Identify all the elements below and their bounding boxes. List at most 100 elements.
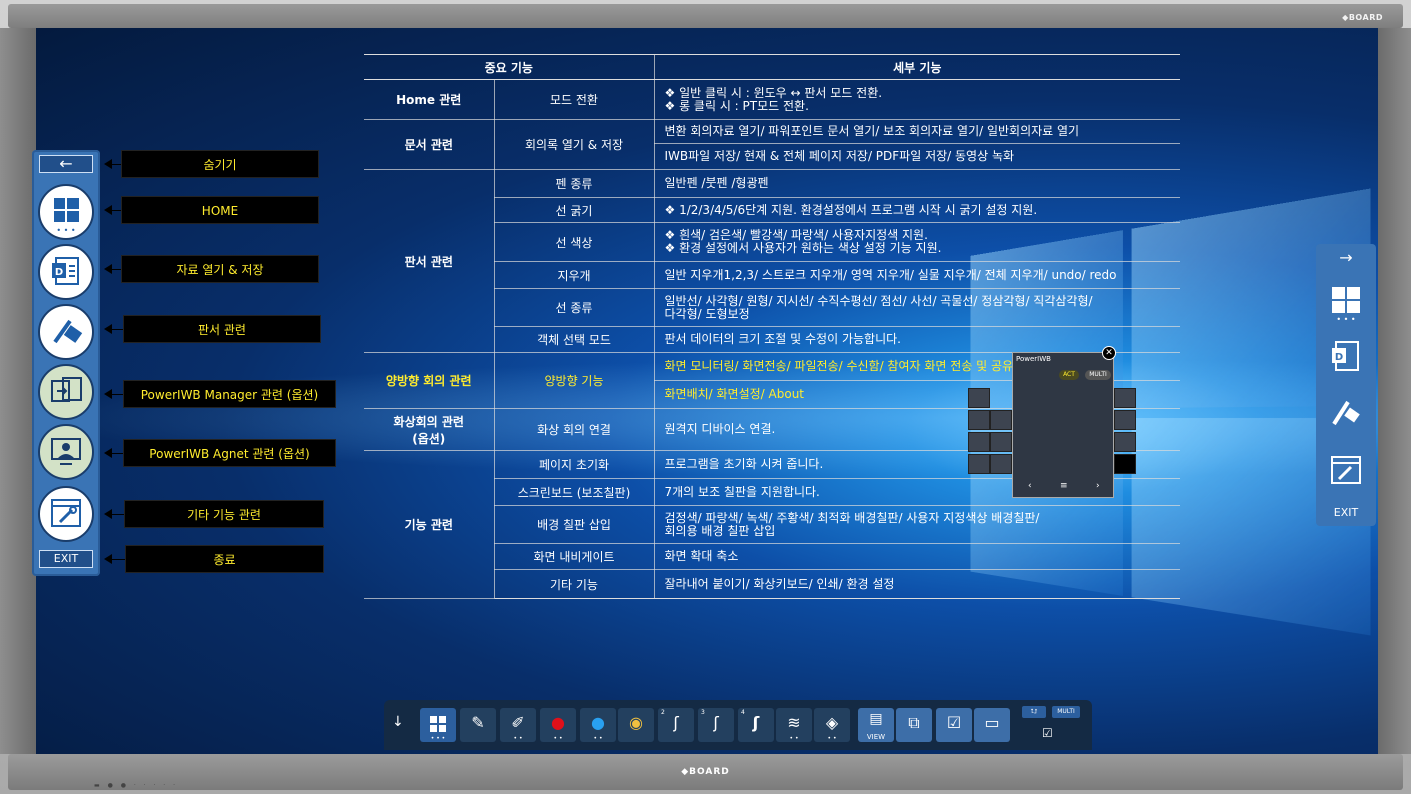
category-cell: 화상회의 관련 (옵션)	[364, 408, 495, 451]
header-main: 중요 기능	[364, 54, 655, 80]
sub-cell: 화면 내비게이트	[494, 543, 655, 570]
home-button[interactable]: • • •	[38, 184, 94, 240]
pen-tools-button[interactable]	[38, 304, 94, 360]
screen-check-tool[interactable]: ☑	[936, 708, 972, 742]
thickness-2-tool[interactable]: 2ʃ	[658, 708, 694, 742]
view-tool[interactable]: VIEW ▤	[858, 708, 894, 742]
show-arrow-icon[interactable]: →	[1316, 248, 1376, 267]
hide-arrow-icon[interactable]: ←	[39, 155, 93, 173]
mini-menu-icon[interactable]: ≡	[1060, 481, 1068, 491]
more-dots-icon: • •	[827, 735, 837, 742]
table-row: Home 관련 모드 전환 ❖ 일반 클릭 시 : 윈도우 ↔ 판서 모드 전환…	[364, 79, 1180, 120]
detail-cell: 잘라내어 붙이기/ 화상키보드/ 인쇄/ 환경 설정	[654, 569, 1180, 599]
mini-tool-cell[interactable]	[1114, 388, 1136, 408]
label-pen: 판서 관련	[123, 315, 321, 343]
mini-tool-cell[interactable]	[968, 432, 990, 452]
brand-logo-bottom: ◆BOARD	[681, 767, 730, 777]
pen-eraser-icon[interactable]	[1330, 396, 1362, 428]
shape-tool[interactable]: ◈ • •	[814, 708, 850, 742]
color-blue-tool[interactable]: ● • •	[580, 708, 616, 742]
bezel-bottom: ▬ ● ● · · · · · ◆BOARD	[8, 754, 1403, 790]
mini-tool-cell[interactable]	[1114, 432, 1136, 452]
collapse-down-icon[interactable]: ↓	[392, 714, 404, 730]
label-exit: 종료	[125, 545, 324, 573]
screen-check-icon: ☑	[946, 713, 962, 732]
category-cell: 기능 관련	[364, 450, 495, 599]
multi-button[interactable]: MULTI	[1052, 706, 1080, 718]
checkbox-icon[interactable]: ☑	[1042, 726, 1053, 740]
detail-cell: IWB파일 저장/ 현재 & 전체 페이지 저장/ PDF파일 저장/ 동영상 …	[654, 143, 1180, 170]
mini-tool-cell[interactable]	[990, 410, 1012, 430]
sub-cell: 선 굵기	[494, 197, 655, 223]
mini-tool-cell[interactable]	[968, 454, 990, 474]
mini-next-icon[interactable]: ›	[1096, 481, 1100, 491]
svg-text:D: D	[1335, 352, 1343, 363]
svg-text:D: D	[55, 267, 63, 278]
screen-send-tool[interactable]: ⧉	[896, 708, 932, 742]
mini-tool-grid	[968, 388, 1136, 474]
stroke-medium-icon: ʃ	[713, 713, 719, 732]
home-tool[interactable]: • • •	[420, 708, 456, 742]
more-dots-icon: • •	[553, 735, 563, 742]
document-icon[interactable]: D	[1330, 340, 1362, 372]
detail-cell: 화면 확대 축소	[654, 543, 1180, 570]
screen-edit-icon: ▭	[984, 713, 1000, 732]
label-document: 자료 열기 & 저장	[121, 255, 319, 283]
agent-button[interactable]	[38, 424, 94, 480]
label-manager: PowerIWB Manager 관련 (옵션)	[123, 380, 336, 408]
bottom-toolbar: ↓ • • • ✎ ✐ • • ● • • ● • • ◉ 2ʃ 3ʃ 4ʃ ≋ • •…	[384, 700, 1092, 750]
act-badge[interactable]: ACT	[1059, 370, 1079, 380]
category-cell: 판서 관련	[364, 169, 495, 353]
detail-cell: ❖ 일반 클릭 시 : 윈도우 ↔ 판서 모드 전환. ❖ 롱 클릭 시 : P…	[654, 79, 1180, 120]
table-row: 판서 관련 펜 종류 일반펜 /붓펜 /형광펜	[364, 169, 1180, 353]
category-cell: Home 관련	[364, 79, 495, 120]
svg-text:• • •: • • •	[56, 226, 75, 235]
callout-line	[110, 394, 124, 395]
thickness-3-tool[interactable]: 3ʃ	[698, 708, 734, 742]
mini-tool-cell[interactable]	[968, 410, 990, 430]
mini-tool-cell[interactable]	[990, 432, 1012, 452]
table-header: 중요 기능 세부 기능	[364, 54, 1180, 80]
screen-send-icon: ⧉	[908, 713, 920, 732]
color-red-tool[interactable]: ● • •	[540, 708, 576, 742]
mini-tool-cell[interactable]	[968, 388, 990, 408]
share-arrows-icon: ⮤⮥	[1030, 708, 1038, 715]
exit-button[interactable]: EXIT	[39, 550, 93, 568]
right-exit-button[interactable]: EXIT	[1316, 506, 1376, 519]
detail-cell: ❖ 흰색/ 검은색/ 빨강색/ 파랑색/ 사용자지정색 지원. ❖ 환경 설정에…	[654, 222, 1180, 262]
mini-tool-cell[interactable]	[990, 454, 1012, 474]
mini-panel-nav: ‹ ≡ ›	[1014, 480, 1114, 496]
printer-icon: ▤	[869, 711, 883, 727]
eraser-tool[interactable]: ≋ • •	[776, 708, 812, 742]
windows-icon[interactable]	[1330, 284, 1362, 316]
detail-cell: 일반선/ 사각형/ 원형/ 지시선/ 수직수평선/ 점선/ 사선/ 곡물선/ 정…	[654, 288, 1180, 327]
mini-tool-cell[interactable]	[1114, 454, 1136, 474]
sub-cell: 객체 선택 모드	[494, 326, 655, 353]
pen-tool[interactable]: ✎	[460, 708, 496, 742]
bezel-top: ◆BOARD	[8, 4, 1403, 28]
blue-drop-icon: ●	[591, 713, 605, 732]
share-toggle-button[interactable]: ⮤⮥	[1022, 706, 1046, 718]
sub-cell: 지우개	[494, 261, 655, 289]
thickness-4-tool[interactable]: 4ʃ	[738, 708, 774, 742]
settings-window-icon[interactable]	[1330, 454, 1362, 486]
screen-edit-tool[interactable]: ▭	[974, 708, 1010, 742]
manager-button[interactable]	[38, 364, 94, 420]
highlighter-tool[interactable]: ✐ • •	[500, 708, 536, 742]
red-drop-icon: ●	[551, 713, 565, 732]
sub-cell: 기타 기능	[494, 569, 655, 599]
sub-cell: 선 색상	[494, 222, 655, 262]
mini-tool-cell[interactable]	[1114, 410, 1136, 430]
color-palette-tool[interactable]: ◉	[618, 708, 654, 742]
mini-prev-icon[interactable]: ‹	[1028, 481, 1032, 491]
multi-badge[interactable]: MULTI	[1085, 370, 1111, 380]
document-button[interactable]: D	[38, 244, 94, 300]
sub-cell: 회의록 열기 & 저장	[494, 119, 655, 170]
category-cell: 양방향 회의 관련	[364, 352, 495, 409]
category-cell: 문서 관련	[364, 119, 495, 170]
tools-button[interactable]	[38, 486, 94, 542]
stroke-thin-icon: ʃ	[673, 713, 679, 732]
more-dots-icon: • •	[513, 735, 523, 742]
mini-panel-close-icon[interactable]: ✕	[1102, 346, 1116, 360]
detail-cell: 판서 데이터의 크기 조절 및 수정이 가능합니다.	[654, 326, 1180, 353]
